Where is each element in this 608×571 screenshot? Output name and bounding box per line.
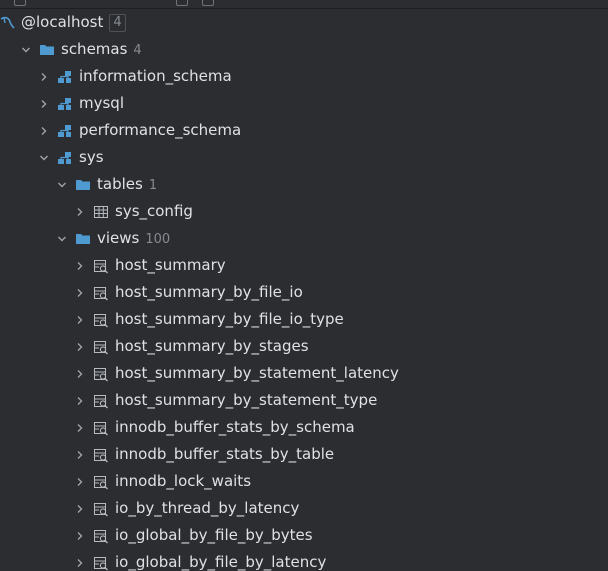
tree-node-view[interactable]: io_global_by_file_by_bytes (0, 522, 608, 549)
tree-node-view[interactable]: host_summary_by_file_io_type (0, 306, 608, 333)
database-tree: @localhost 4 schemas 4 information_schema … (0, 9, 608, 571)
tree-node-table[interactable]: sys_config (0, 198, 608, 225)
view-icon (93, 528, 109, 544)
tree-node-view[interactable]: host_summary_by_file_io (0, 279, 608, 306)
node-label: sys (79, 148, 104, 166)
node-label: host_summary_by_stages (115, 337, 309, 355)
tree-node-schema-sys[interactable]: sys (0, 144, 608, 171)
tree-node-schemas[interactable]: schemas 4 (0, 36, 608, 63)
node-label: innodb_buffer_stats_by_table (115, 445, 335, 463)
node-label: host_summary_by_statement_latency (115, 364, 399, 382)
node-label: host_summary_by_file_io (115, 283, 303, 301)
view-icon (93, 393, 109, 409)
datasource-icon (0, 15, 16, 31)
view-icon (93, 555, 109, 571)
node-label: mysql (79, 94, 124, 112)
chevron-down-icon[interactable] (55, 225, 69, 252)
chevron-right-icon[interactable] (73, 279, 87, 306)
view-icon (93, 285, 109, 301)
schema-icon (57, 96, 73, 112)
tree-node-view[interactable]: host_summary_by_statement_latency (0, 360, 608, 387)
chevron-right-icon[interactable] (73, 252, 87, 279)
node-label: host_summary_by_file_io_type (115, 310, 344, 328)
node-count: 100 (145, 232, 171, 247)
schema-icon (57, 150, 73, 166)
node-count: 4 (133, 43, 142, 58)
view-icon (93, 501, 109, 517)
chevron-right-icon[interactable] (37, 63, 51, 90)
folder-icon (75, 231, 91, 247)
tree-node-localhost[interactable]: @localhost 4 (0, 9, 608, 36)
node-label: io_by_thread_by_latency (115, 499, 300, 517)
tree-node-view[interactable]: io_by_thread_by_latency (0, 495, 608, 522)
views-list: host_summary host_summary_by_file_io host_… (0, 252, 608, 571)
chevron-right-icon[interactable] (73, 360, 87, 387)
chevron-right-icon[interactable] (37, 117, 51, 144)
node-label: schemas (61, 40, 128, 58)
chevron-right-icon[interactable] (73, 441, 87, 468)
toolbar-button[interactable] (176, 0, 188, 6)
node-label: host_summary (115, 256, 226, 274)
tree-node-view[interactable]: innodb_buffer_stats_by_table (0, 441, 608, 468)
tree-node-view[interactable]: host_summary (0, 252, 608, 279)
view-icon (93, 258, 109, 274)
toolbar-strip (0, 0, 608, 9)
chevron-down-icon[interactable] (55, 171, 69, 198)
node-label: io_global_by_file_by_bytes (115, 526, 313, 544)
tree-node-views[interactable]: views 100 (0, 225, 608, 252)
node-count-badge: 4 (109, 14, 126, 32)
node-label: sys_config (115, 202, 193, 220)
tree-node-tables[interactable]: tables 1 (0, 171, 608, 198)
tree-node-view[interactable]: innodb_buffer_stats_by_schema (0, 414, 608, 441)
view-icon (93, 474, 109, 490)
chevron-down-icon[interactable] (19, 36, 33, 63)
node-label: host_summary_by_statement_type (115, 391, 378, 409)
node-count: 1 (148, 178, 158, 193)
folder-icon (39, 42, 55, 58)
node-label: @localhost (21, 13, 104, 31)
chevron-right-icon[interactable] (73, 198, 87, 225)
node-label: information_schema (79, 67, 232, 85)
tree-node-schema[interactable]: mysql (0, 90, 608, 117)
toolbar-button[interactable] (202, 0, 214, 6)
chevron-right-icon[interactable] (37, 90, 51, 117)
node-label: tables (97, 175, 143, 193)
node-label: views (97, 229, 140, 247)
chevron-right-icon[interactable] (73, 468, 87, 495)
node-label: performance_schema (79, 121, 242, 139)
toolbar-button[interactable] (14, 0, 26, 6)
tree-node-schema[interactable]: information_schema (0, 63, 608, 90)
chevron-down-icon[interactable] (37, 144, 51, 171)
node-label: innodb_lock_waits (115, 472, 252, 490)
tree-node-view[interactable]: host_summary_by_statement_type (0, 387, 608, 414)
folder-icon (75, 177, 91, 193)
chevron-right-icon[interactable] (73, 495, 87, 522)
chevron-right-icon[interactable] (73, 522, 87, 549)
chevron-right-icon[interactable] (73, 333, 87, 360)
view-icon (93, 339, 109, 355)
node-label: io_global_by_file_by_latency (115, 553, 327, 571)
table-icon (93, 204, 109, 220)
node-label: innodb_buffer_stats_by_schema (115, 418, 355, 436)
tree-node-view[interactable]: host_summary_by_stages (0, 333, 608, 360)
tree-node-view[interactable]: innodb_lock_waits (0, 468, 608, 495)
view-icon (93, 366, 109, 382)
chevron-right-icon[interactable] (73, 387, 87, 414)
schema-icon (57, 69, 73, 85)
chevron-right-icon[interactable] (73, 414, 87, 441)
tree-node-view[interactable]: io_global_by_file_by_latency (0, 549, 608, 571)
view-icon (93, 447, 109, 463)
chevron-right-icon[interactable] (73, 306, 87, 333)
chevron-right-icon[interactable] (73, 549, 87, 571)
tree-node-schema[interactable]: performance_schema (0, 117, 608, 144)
schema-icon (57, 123, 73, 139)
view-icon (93, 312, 109, 328)
view-icon (93, 420, 109, 436)
